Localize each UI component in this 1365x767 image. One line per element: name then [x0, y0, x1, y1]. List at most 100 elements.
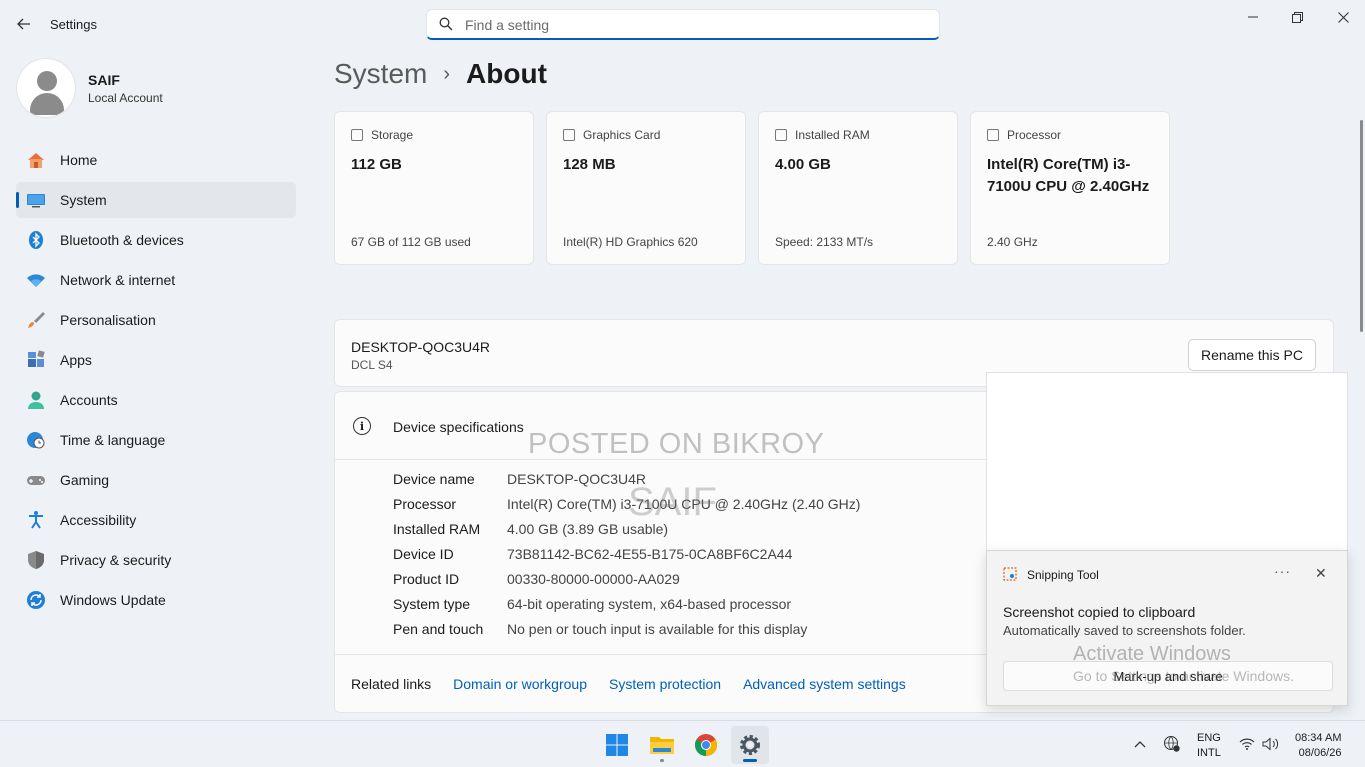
chrome-button[interactable]	[687, 726, 725, 764]
account-type: Local Account	[88, 91, 163, 105]
card-title: Graphics Card	[583, 128, 661, 142]
start-button[interactable]	[598, 726, 636, 764]
spec-label: Device name	[393, 471, 475, 487]
language-code: ENG	[1197, 732, 1221, 744]
taskbar: ENG INTL 08:34 AM 08/06/26	[0, 720, 1365, 767]
search-box[interactable]	[426, 9, 940, 40]
spec-value: 73B81142-BC62-4E55-B175-0CA8BF6C2A44	[507, 546, 793, 562]
user-profile[interactable]: SAIF Local Account	[16, 58, 296, 118]
restore-icon	[1291, 11, 1303, 23]
spec-row: Device ID 73B81142-BC62-4E55-B175-0CA8BF6…	[393, 546, 860, 571]
chrome-icon	[695, 734, 717, 756]
brush-icon	[28, 312, 45, 328]
file-explorer-button[interactable]	[643, 726, 681, 764]
spec-value: No pen or touch input is available for t…	[507, 621, 808, 637]
settings-taskbar-button[interactable]	[731, 726, 769, 764]
minimize-icon	[1248, 16, 1258, 18]
close-button[interactable]	[1328, 6, 1358, 28]
card-value: 128 MB	[563, 156, 616, 173]
sidebar-item-personalisation[interactable]: Personalisation	[16, 302, 296, 338]
sidebar-item-system[interactable]: System	[16, 182, 296, 218]
volume-icon[interactable]	[1262, 735, 1280, 753]
sidebar-item-label: Privacy & security	[60, 552, 172, 568]
network-globe-icon[interactable]	[1163, 735, 1181, 753]
domain-workgroup-link[interactable]: Domain or workgroup	[453, 676, 587, 692]
date: 08/06/26	[1298, 747, 1342, 759]
sidebar-item-accounts[interactable]: Accounts	[16, 382, 296, 418]
storage-card[interactable]: Storage 112 GB 67 GB of 112 GB used	[334, 111, 534, 265]
file-explorer-icon	[650, 737, 674, 754]
sidebar-item-time-language[interactable]: Time & language	[16, 422, 296, 458]
spec-label: Device ID	[393, 546, 454, 562]
spec-row: Product ID 00330-80000-00000-AA029	[393, 571, 860, 596]
spec-row: System type 64-bit operating system, x64-…	[393, 596, 860, 621]
sidebar-item-label: Personalisation	[60, 312, 156, 328]
card-footer: 67 GB of 112 GB used	[351, 235, 471, 249]
input-language[interactable]: ENG INTL	[1197, 731, 1221, 767]
storage-icon	[351, 129, 363, 141]
sidebar-item-network[interactable]: Network & internet	[16, 262, 296, 298]
system-icon	[27, 194, 45, 208]
app-title: Settings	[50, 17, 97, 32]
globe-clock-icon	[27, 432, 45, 449]
minimize-button[interactable]	[1238, 6, 1268, 28]
restore-button[interactable]	[1282, 6, 1312, 28]
processor-card[interactable]: Processor Intel(R) Core(TM) i3-7100U CPU…	[970, 111, 1170, 265]
sidebar-item-gaming[interactable]: Gaming	[16, 462, 296, 498]
spec-title: Device specifications	[393, 419, 524, 435]
sidebar-item-home[interactable]: Home	[16, 142, 296, 178]
close-icon	[1337, 11, 1349, 23]
spec-label: Installed RAM	[393, 521, 481, 537]
screenshot-preview[interactable]	[986, 372, 1348, 550]
accounts-icon	[28, 391, 44, 409]
clock[interactable]: 08:34 AM 08/06/26	[1295, 731, 1341, 767]
ram-card[interactable]: Installed RAM 4.00 GB Speed: 2133 MT/s	[758, 111, 958, 265]
sidebar-item-label: Windows Update	[60, 592, 166, 608]
user-name: SAIF	[88, 72, 120, 88]
advanced-system-settings-link[interactable]: Advanced system settings	[743, 676, 906, 692]
toast-app-name: Snipping Tool	[1027, 568, 1099, 582]
toast-title: Screenshot copied to clipboard	[1003, 604, 1196, 620]
wifi-icon	[27, 274, 45, 287]
chevron-right-icon: ›	[443, 62, 451, 85]
pc-name: DESKTOP-QOC3U4R	[351, 339, 490, 355]
keyboard-layout: INTL	[1197, 747, 1221, 759]
activate-windows-title: Activate Windows	[1073, 643, 1231, 665]
spec-row: Pen and touch No pen or touch input is av…	[393, 621, 860, 646]
back-arrow-icon	[17, 18, 30, 30]
sidebar-item-bluetooth[interactable]: Bluetooth & devices	[16, 222, 296, 258]
graphics-card[interactable]: Graphics Card 128 MB Intel(R) HD Graphic…	[546, 111, 746, 265]
sidebar-item-accessibility[interactable]: Accessibility	[16, 502, 296, 538]
breadcrumb-parent[interactable]: System	[334, 58, 427, 90]
toast-body: Automatically saved to screenshots folde…	[1003, 623, 1246, 638]
card-footer: Speed: 2133 MT/s	[775, 235, 874, 249]
spec-value: 64-bit operating system, x64-based proce…	[507, 596, 792, 612]
spec-label: Processor	[393, 496, 457, 512]
sidebar-item-privacy[interactable]: Privacy & security	[16, 542, 296, 578]
search-input[interactable]	[465, 14, 925, 36]
rename-pc-button[interactable]: Rename this PC	[1188, 339, 1316, 371]
sidebar-item-label: Accessibility	[60, 512, 137, 528]
spec-label: Pen and touch	[393, 621, 484, 637]
home-icon	[28, 153, 44, 168]
back-button[interactable]	[12, 12, 36, 36]
card-footer: Intel(R) HD Graphics 620	[563, 235, 698, 249]
more-options-icon[interactable]: ···	[1274, 563, 1291, 579]
shield-icon	[28, 551, 44, 569]
card-title: Storage	[371, 128, 414, 142]
scrollbar[interactable]	[1360, 120, 1363, 332]
spec-value: DESKTOP-QOC3U4R	[507, 471, 646, 487]
chevron-up-icon[interactable]	[1131, 735, 1149, 753]
spec-row: Installed RAM 4.00 GB (3.89 GB usable)	[393, 521, 860, 546]
system-protection-link[interactable]: System protection	[609, 676, 721, 692]
avatar	[16, 58, 76, 118]
watermark-text: POSTED ON BIKROY	[528, 428, 825, 460]
gamepad-icon	[27, 476, 45, 485]
close-icon[interactable]: ✕	[1315, 565, 1327, 582]
sidebar-item-windows-update[interactable]: Windows Update	[16, 582, 296, 618]
wifi-tray-icon[interactable]	[1238, 735, 1256, 753]
graphics-card-icon	[563, 129, 575, 141]
pc-model: DCL S4	[351, 358, 393, 372]
title-bar: Settings	[0, 0, 1365, 48]
sidebar-item-apps[interactable]: Apps	[16, 342, 296, 378]
